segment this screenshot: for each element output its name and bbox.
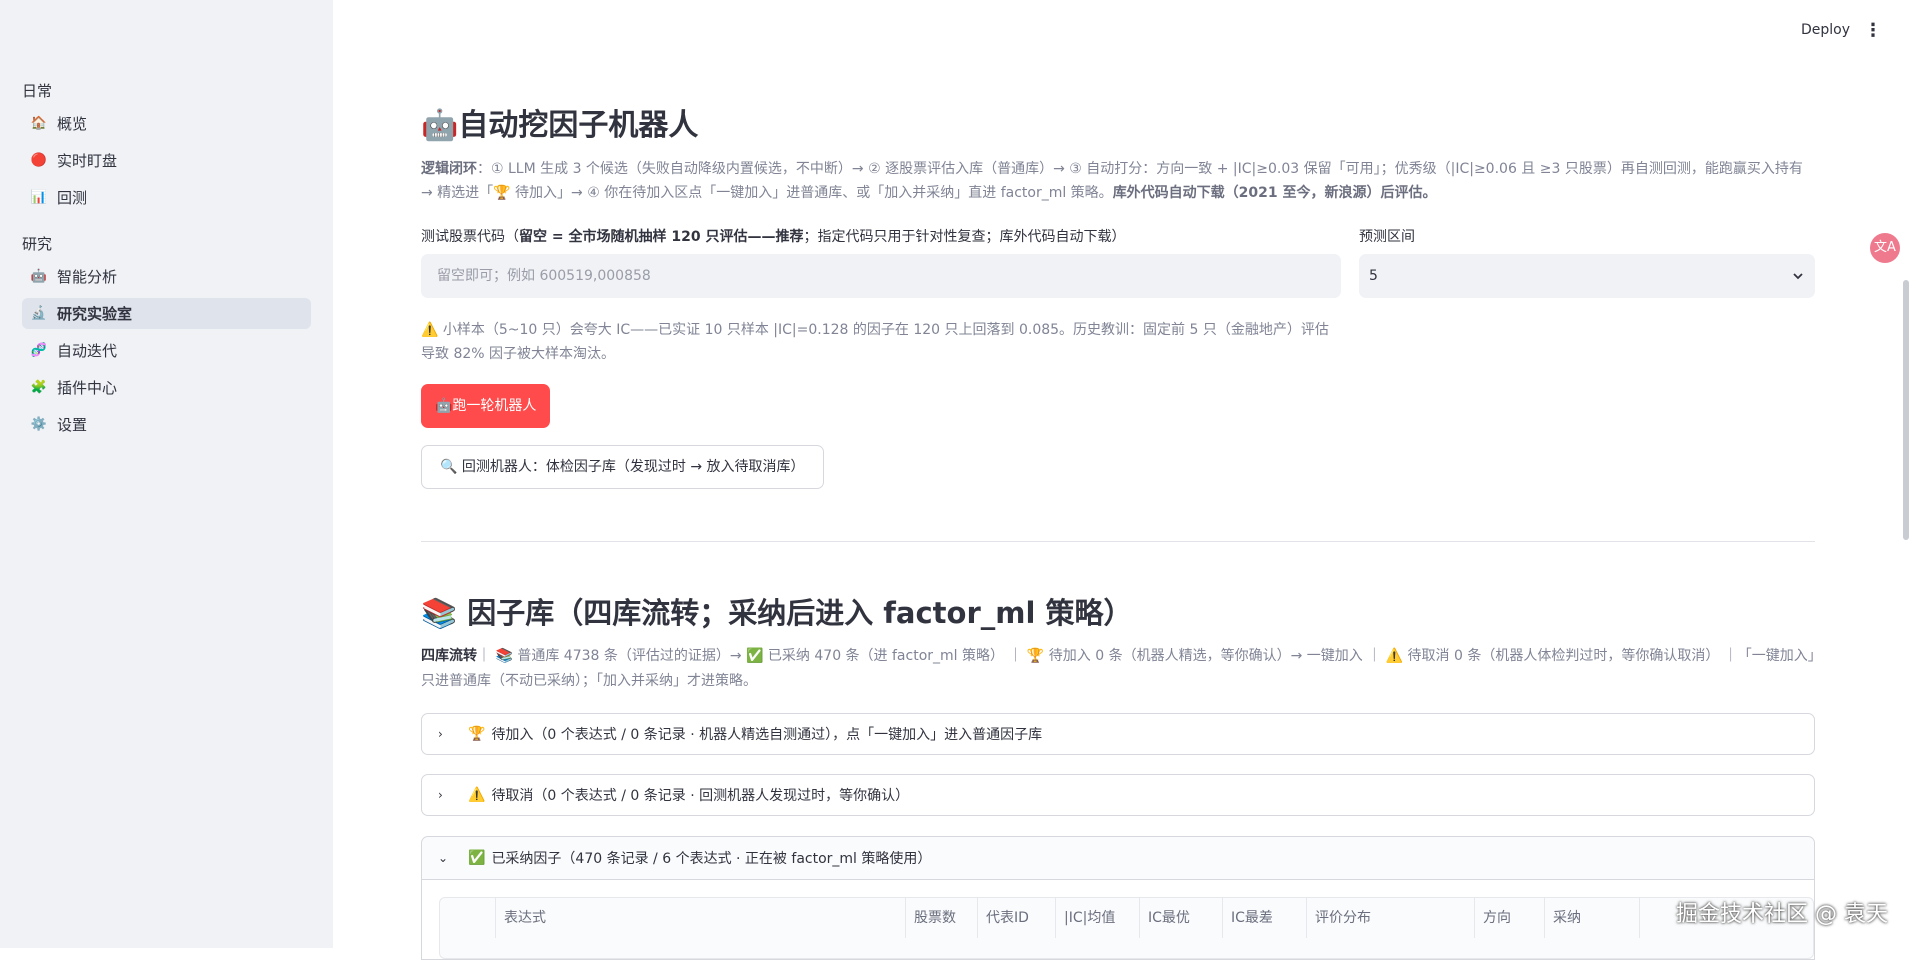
stock-code-label: 测试股票代码（留空 = 全市场随机抽样 120 只评估——推荐；指定代码只用于针… [421, 226, 1125, 246]
expander-label: 待取消（0 个表达式 / 0 条记录 · 回测机器人发现过时，等你确认） [491, 788, 910, 804]
sidebar: 日常 🏠 概览 🔴 实时盯盘 📊 回测 研究 🤖 智能分析 🔬 研究实验室 🧬 … [0, 0, 333, 948]
page-title: 🤖自动挖因子机器人 [421, 108, 699, 143]
deploy-button[interactable]: Deploy [1801, 22, 1850, 38]
sidebar-item-settings[interactable]: ⚙️ 设置 [22, 409, 311, 440]
expander-label: 待加入（0 个表达式 / 0 条记录 · 机器人精选自测通过），点「一键加入」进… [491, 727, 1043, 743]
red-circle-icon: 🔴 [30, 153, 48, 168]
flow-body: ｜ 📚 普通库 4738 条（评估过的证据）→ ✅ 已采纳 470 条（进 fa… [421, 648, 1815, 689]
chevron-right-icon: › [438, 788, 443, 802]
translate-icon[interactable]: 文A [1870, 233, 1900, 263]
pending-remove-expander[interactable]: › ⚠️ 待取消（0 个表达式 / 0 条记录 · 回测机器人发现过时，等你确认… [421, 774, 1815, 816]
flow-lead: 四库流转 [421, 648, 477, 664]
run-robot-button[interactable]: 🤖跑一轮机器人 [421, 384, 551, 428]
table-header-rating-dist[interactable]: 评价分布 [1307, 898, 1475, 938]
expander-label: 已采纳因子（470 条记录 / 6 个表达式 · 正在被 factor_ml 策… [491, 851, 932, 867]
table-header-ic-mean[interactable]: |IC|均值 [1056, 898, 1140, 938]
adopted-factors-expander[interactable]: ⌄ ✅ 已采纳因子（470 条记录 / 6 个表达式 · 正在被 factor_… [421, 836, 1815, 880]
sidebar-item-label: 插件中心 [57, 379, 118, 397]
sidebar-item-backtest[interactable]: 📊 回测 [22, 182, 311, 213]
puzzle-icon: 🧩 [30, 380, 48, 395]
sidebar-section-research: 研究 [22, 235, 53, 253]
table-header-stock-count[interactable]: 股票数 [906, 898, 978, 938]
robot-icon: 🤖 [30, 269, 48, 284]
logic-tail: 库外代码自动下载（2021 至今，新浪源）后评估。 [1112, 185, 1437, 201]
table-header-rep-id[interactable]: 代表ID [978, 898, 1056, 938]
sidebar-item-label: 自动迭代 [57, 342, 118, 360]
chevron-down-icon: ⌄ [438, 851, 449, 865]
stock-code-input[interactable] [421, 254, 1341, 298]
chevron-right-icon: › [438, 727, 443, 741]
checkmark-icon: ✅ [468, 850, 486, 866]
home-icon: 🏠 [30, 116, 48, 131]
library-flow-description: 四库流转｜ 📚 普通库 4738 条（评估过的证据）→ ✅ 已采纳 470 条（… [421, 644, 1815, 694]
gear-icon: ⚙️ [30, 417, 48, 432]
sidebar-item-overview[interactable]: 🏠 概览 [22, 108, 311, 139]
dna-icon: 🧬 [30, 343, 48, 358]
more-menu-icon[interactable]: ⋮ [1864, 20, 1882, 41]
logic-description: 逻辑闭环：① LLM 生成 3 个候选（失败自动降级内置候选，不中断）→ ② 逐… [421, 157, 1815, 205]
logic-lead: 逻辑闭环 [421, 161, 477, 177]
table-header-adopt[interactable]: 采纳 [1545, 898, 1640, 938]
sidebar-item-smart-analysis[interactable]: 🤖 智能分析 [22, 261, 311, 292]
microscope-icon: 🔬 [30, 306, 48, 321]
sidebar-item-auto-iterate[interactable]: 🧬 自动迭代 [22, 335, 311, 366]
chevron-down-icon [1793, 273, 1803, 280]
sidebar-item-label: 回测 [57, 189, 88, 207]
backtest-robot-button[interactable]: 🔍 回测机器人：体检因子库（发现过时 → 放入待取消库） [421, 445, 824, 489]
table-header-expression[interactable]: 表达式 [496, 898, 906, 938]
sidebar-item-label: 设置 [57, 416, 88, 434]
table-header-ic-worst[interactable]: IC最差 [1223, 898, 1307, 938]
sidebar-section-daily: 日常 [22, 82, 53, 100]
table-header-ic-best[interactable]: IC最优 [1140, 898, 1223, 938]
sidebar-item-plugin-center[interactable]: 🧩 插件中心 [22, 372, 311, 403]
sidebar-item-label: 研究实验室 [57, 305, 133, 323]
table-header-index [440, 898, 496, 938]
warning-icon: ⚠️ [468, 787, 486, 803]
scrollbar[interactable] [1903, 280, 1909, 540]
period-label: 预测区间 [1359, 229, 1415, 245]
trophy-icon: 🏆 [468, 726, 486, 742]
period-value: 5 [1369, 268, 1378, 284]
sidebar-item-label: 概览 [57, 115, 88, 133]
stock-label-prefix: 测试股票代码（ [421, 229, 519, 245]
factor-library-title: 📚 因子库（四库流转；采纳后进入 factor_ml 策略） [421, 596, 1133, 630]
adopted-factors-table: 表达式 股票数 代表ID |IC|均值 IC最优 IC最差 评价分布 方向 采纳 [439, 897, 1814, 959]
sample-size-warning: ⚠️ 小样本（5~10 只）会夸大 IC——已实证 10 只样本 |IC|=0.… [421, 322, 1329, 362]
stock-label-suffix: ；指定代码只用于针对性复查；库外代码自动下载） [803, 229, 1126, 245]
bar-chart-icon: 📊 [30, 190, 48, 205]
watermark: 掘金技术社区 @ 袁天 [1676, 902, 1888, 927]
table-header-direction[interactable]: 方向 [1475, 898, 1545, 938]
sidebar-item-label: 实时盯盘 [57, 152, 118, 170]
period-select[interactable]: 5 [1359, 254, 1815, 298]
sidebar-item-research-lab[interactable]: 🔬 研究实验室 [22, 298, 311, 329]
sidebar-item-live-monitor[interactable]: 🔴 实时盯盘 [22, 145, 311, 176]
divider [421, 541, 1815, 542]
stock-label-bold: 留空 = 全市场随机抽样 120 只评估——推荐 [519, 229, 804, 245]
pending-add-expander[interactable]: › 🏆 待加入（0 个表达式 / 0 条记录 · 机器人精选自测通过），点「一键… [421, 713, 1815, 755]
adopted-factors-body: 表达式 股票数 代表ID |IC|均值 IC最优 IC最差 评价分布 方向 采纳 [421, 880, 1815, 960]
sidebar-item-label: 智能分析 [57, 268, 118, 286]
